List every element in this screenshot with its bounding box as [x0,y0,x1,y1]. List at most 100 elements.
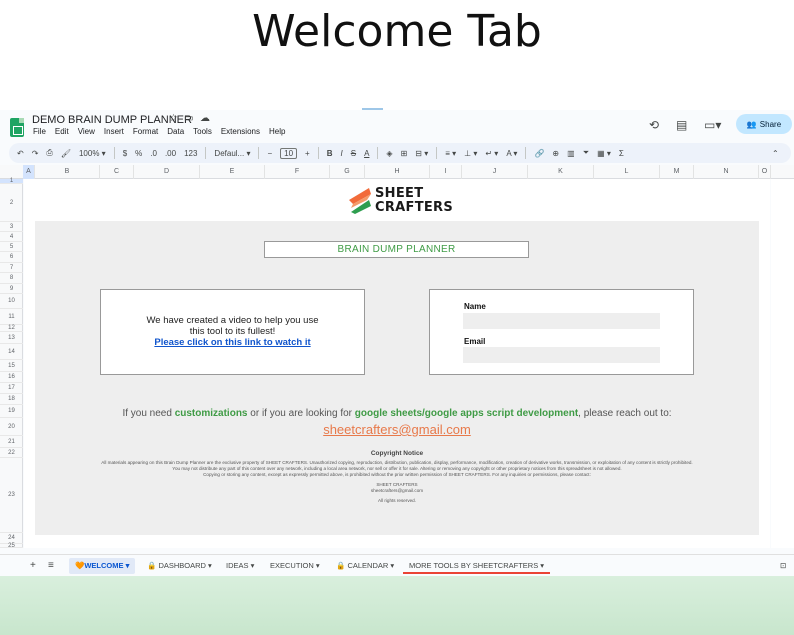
row-header[interactable]: 13 [0,332,23,344]
tab-dashboard[interactable]: 🔒 DASHBOARD ▾ [141,558,218,574]
column-header[interactable]: N [694,165,759,179]
row-header[interactable]: 17 [0,383,23,394]
version-history-icon[interactable]: ⟲ [649,118,659,132]
cloud-status-icon[interactable]: ☁ [200,113,210,124]
column-header[interactable]: K [528,165,594,179]
print-icon[interactable]: ⎙ [46,148,52,158]
row-header[interactable]: 20 [0,418,23,436]
number-format-button[interactable]: 123 [184,149,197,158]
column-header[interactable]: E [200,165,265,179]
zoom-select[interactable]: 100% ▾ [79,149,106,158]
row-header[interactable]: 10 [0,294,23,309]
contact-email-link[interactable]: sheetcrafters@gmail.com [35,422,759,437]
font-size-decrease-icon[interactable]: − [267,149,272,158]
menu-file[interactable]: File [32,127,47,136]
tab-calendar[interactable]: 🔒 CALENDAR ▾ [330,558,400,574]
add-sheet-icon[interactable]: + [24,558,42,574]
row-header[interactable]: 6 [0,252,23,263]
font-select[interactable]: Defaul... ▾ [214,149,250,158]
strikethrough-icon[interactable]: S [351,149,356,158]
merge-cells-icon[interactable]: ⊟ ▾ [415,149,428,158]
email-input[interactable] [463,347,660,363]
bold-icon[interactable]: B [327,149,333,158]
column-header[interactable]: M [660,165,694,179]
text-wrap-icon[interactable]: ↵ ▾ [485,149,498,158]
menu-data[interactable]: Data [166,127,185,136]
video-link[interactable]: Please click on this link to watch it [101,337,364,348]
italic-icon[interactable]: I [341,149,343,158]
row-header[interactable]: 9 [0,284,23,294]
row-header[interactable]: 3 [0,222,23,232]
borders-icon[interactable]: ⊞ [401,149,408,158]
row-header[interactable]: 11 [0,309,23,325]
column-header[interactable]: G [330,165,365,179]
menu-tools[interactable]: Tools [192,127,213,136]
percent-format-button[interactable]: % [135,149,142,158]
undo-icon[interactable]: ↶ [17,149,24,158]
meet-icon[interactable]: ▭▾ [704,118,721,132]
fill-color-icon[interactable]: ◈ [386,149,392,158]
sheets-logo-icon[interactable] [10,118,24,137]
horizontal-align-icon[interactable]: ≡ ▾ [445,149,456,158]
menu-help[interactable]: Help [268,127,286,136]
redo-icon[interactable]: ↷ [32,149,39,158]
tab-welcome[interactable]: 🧡WELCOME ▾ [69,558,136,574]
name-input[interactable] [463,313,660,329]
filter-views-icon[interactable]: ▦ ▾ [597,149,611,158]
row-header[interactable]: 16 [0,372,23,383]
row-header[interactable]: 22 [0,448,23,458]
text-color-icon[interactable]: A [364,149,369,158]
vertical-align-icon[interactable]: ⊥ ▾ [464,149,477,158]
functions-icon[interactable]: Σ [619,149,624,158]
column-header[interactable]: L [594,165,660,179]
column-header[interactable]: C [100,165,134,179]
tab-more-tools[interactable]: MORE TOOLS BY SHEETCRAFTERS ▾ [403,558,551,574]
currency-format-button[interactable]: $ [123,149,127,158]
insert-link-icon[interactable]: 🔗 [534,149,544,158]
row-header[interactable]: 5 [0,242,23,252]
row-header[interactable]: 23 [0,458,23,533]
row-header[interactable]: 8 [0,273,23,284]
menu-extensions[interactable]: Extensions [220,127,261,136]
menu-insert[interactable]: Insert [103,127,125,136]
paint-format-icon[interactable]: 🖌 [61,149,71,158]
star-icon[interactable]: ☆ [169,113,178,124]
column-header[interactable]: O [759,165,771,179]
column-header[interactable]: A [23,165,35,179]
text-rotation-icon[interactable]: A ▾ [506,149,517,158]
insert-comment-icon[interactable]: ⊕ [552,149,559,158]
row-header[interactable]: 21 [0,436,23,448]
row-header[interactable]: 4 [0,232,23,242]
document-title[interactable]: DEMO BRAIN DUMP PLANNER [32,114,192,126]
decrease-decimal-button[interactable]: .0 [150,149,157,158]
filter-icon[interactable]: ⏷ [583,148,589,158]
font-size-input[interactable]: 10 [280,147,298,159]
menu-format[interactable]: Format [132,127,159,136]
row-header[interactable]: 7 [0,263,23,273]
column-header[interactable]: H [365,165,430,179]
increase-decimal-button[interactable]: .00 [165,149,176,158]
row-header[interactable]: 2 [0,184,23,222]
share-button[interactable]: 👥 Share [736,114,792,134]
sheet-canvas[interactable]: SHEET CRAFTERS BRAIN DUMP PLANNER We hav… [24,179,770,548]
tab-ideas[interactable]: IDEAS ▾ [220,558,260,574]
row-header[interactable]: 15 [0,360,23,372]
row-header[interactable]: 14 [0,344,23,360]
comments-icon[interactable]: ▤ [676,118,687,132]
row-header[interactable]: 19 [0,405,23,418]
row-header[interactable]: 12 [0,325,23,332]
column-header[interactable]: J [462,165,528,179]
collapse-toolbar-icon[interactable]: ⌃ [772,149,779,158]
column-header[interactable]: F [265,165,330,179]
column-header[interactable]: I [430,165,462,179]
vertical-scrollbar[interactable] [771,179,794,548]
insert-chart-icon[interactable]: ▥ [567,149,575,158]
column-header[interactable]: D [134,165,200,179]
column-header[interactable]: B [35,165,100,179]
menu-view[interactable]: View [77,127,96,136]
tab-execution[interactable]: EXECUTION ▾ [264,558,326,574]
row-header[interactable]: 18 [0,394,23,405]
menu-edit[interactable]: Edit [54,127,70,136]
all-sheets-icon[interactable]: ≡ [42,558,60,574]
move-folder-icon[interactable]: ▭ [184,113,193,124]
